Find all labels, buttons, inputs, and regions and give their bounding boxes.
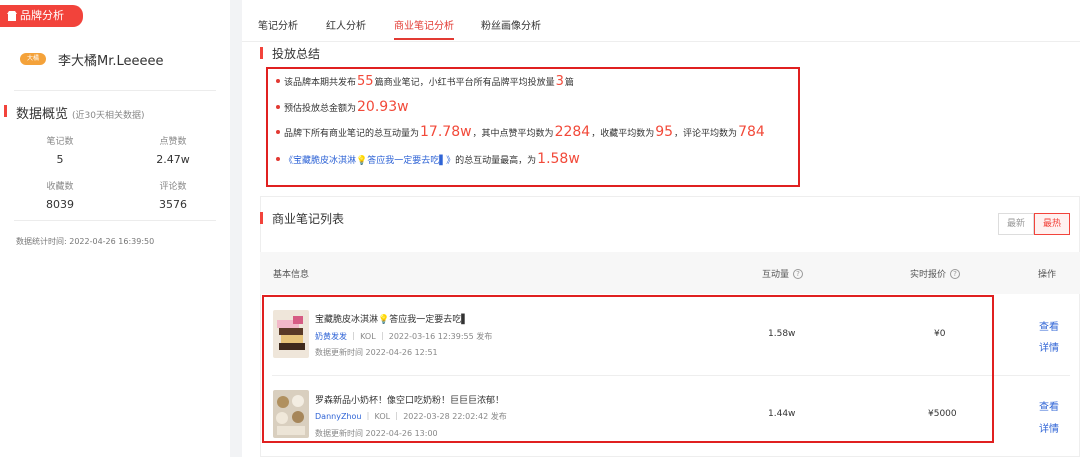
- overview-title: 数据概览 (近30天相关数据): [4, 103, 145, 122]
- sort-hottest-button[interactable]: 最热: [1034, 213, 1070, 235]
- stat-collections: 收藏数 8039: [46, 182, 74, 211]
- summary-line-interaction: 品牌下所有商业笔记的总互动量为 17.78w ，其中点赞平均数为 2284 ，收藏平均数…: [276, 124, 766, 140]
- stat-comments: 评论数 3576: [159, 182, 187, 211]
- column-ops: 操作: [1038, 270, 1057, 280]
- sort-latest-button[interactable]: 最新: [998, 213, 1034, 235]
- stat-likes: 点赞数 2.47w: [156, 137, 190, 166]
- brand-header: 大橘 李大橘Mr.Leeeee: [20, 48, 164, 70]
- brand-analysis-label: 品牌分析: [20, 9, 64, 22]
- summary-title: 投放总结: [260, 45, 320, 62]
- tab-bar: 笔记分析 红人分析 商业笔记分析 粉丝画像分析: [242, 0, 1080, 42]
- divider: [14, 90, 216, 91]
- sort-toggle: 最新 最热: [998, 213, 1070, 235]
- table-header: 基本信息 互动量? 实时报价? 操作: [260, 252, 1080, 294]
- summary-line-notes: 该品牌本期共发布 55 篇商业笔记，小红书平台所有品牌平均投放量 3 篇: [276, 74, 574, 89]
- column-basic-info: 基本信息: [273, 270, 310, 280]
- stat-time: 数据统计时间: 2022-04-26 16:39:50: [16, 237, 155, 246]
- summary-line-top-note: 《宝藏脆皮冰淇淋💡答应我一定要去吃▌》 的总互动量最高，为 1.58w: [276, 151, 581, 167]
- shop-icon: [7, 11, 17, 21]
- divider: [14, 220, 216, 221]
- tab-commercial-note-analysis[interactable]: 商业笔记分析: [394, 17, 454, 40]
- summary-line-amount: 预估投放总金额为 20.93w: [276, 99, 410, 115]
- brand-name: 李大橘Mr.Leeeee: [58, 53, 164, 69]
- stat-notes: 笔记数 5: [46, 137, 74, 166]
- tab-fan-profile-analysis[interactable]: 粉丝画像分析: [481, 17, 541, 32]
- column-price: 实时报价?: [910, 267, 961, 280]
- column-interaction: 互动量?: [762, 267, 804, 280]
- detail-button[interactable]: 详情: [1039, 420, 1059, 435]
- main-panel: 笔记分析 红人分析 商业笔记分析 粉丝画像分析 投放总结 该品牌本期共发布 55 篇…: [242, 0, 1080, 457]
- brand-logo: 大橘: [20, 53, 46, 65]
- tab-note-analysis[interactable]: 笔记分析: [258, 17, 298, 32]
- top-note-link[interactable]: 《宝藏脆皮冰淇淋💡答应我一定要去吃▌》: [284, 153, 455, 166]
- view-button[interactable]: 查看: [1039, 398, 1059, 413]
- overview-note: (近30天相关数据): [72, 111, 145, 121]
- sidebar: 品牌分析 大橘 李大橘Mr.Leeeee 数据概览 (近30天相关数据) 笔记数 …: [0, 0, 230, 457]
- brand-analysis-tag: 品牌分析: [0, 5, 83, 27]
- tab-influencer-analysis[interactable]: 红人分析: [326, 17, 366, 32]
- help-icon[interactable]: ?: [793, 268, 804, 279]
- notes-highlight-box: [262, 295, 994, 443]
- help-icon[interactable]: ?: [950, 268, 961, 279]
- list-title: 商业笔记列表: [260, 210, 344, 227]
- detail-button[interactable]: 详情: [1039, 339, 1059, 354]
- view-button[interactable]: 查看: [1039, 318, 1059, 333]
- summary-box: 该品牌本期共发布 55 篇商业笔记，小红书平台所有品牌平均投放量 3 篇 预估投放总金额…: [266, 67, 800, 187]
